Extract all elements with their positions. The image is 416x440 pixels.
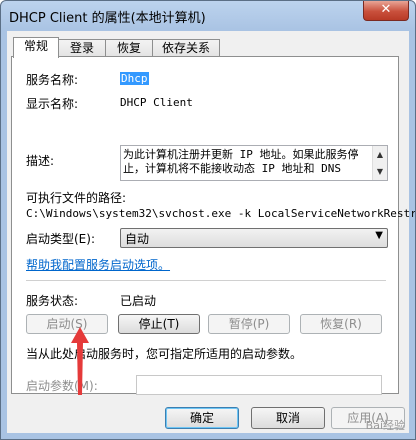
service-status-label: 服务状态: [26, 294, 79, 308]
tab-general[interactable]: 常规 [13, 37, 59, 58]
startup-type-value: 自动 [125, 232, 150, 246]
service-name-value[interactable]: Dhcp [120, 72, 149, 85]
stop-button[interactable]: 停止(T) [118, 314, 200, 334]
title-bar[interactable]: DHCP Client 的属性(本地计算机) ✕ [1, 1, 415, 31]
scroll-up-icon[interactable]: ▲ [373, 146, 387, 163]
dialog-client: 常规 登录 恢复 依存关系 服务名称: Dhcp 显示名称: DHCP Clie… [7, 31, 415, 433]
startup-type-label: 启动类型(E): [26, 232, 95, 246]
chevron-down-icon: ▼ [375, 230, 383, 241]
close-button[interactable]: ✕ [363, 1, 409, 21]
ok-button[interactable]: 确定 [165, 407, 239, 429]
tab-dependencies[interactable]: 依存关系 [152, 39, 220, 57]
service-name-label: 服务名称: [26, 73, 79, 87]
exe-path-value[interactable]: C:\Windows\system32\svchost.exe -k Local… [26, 207, 415, 220]
service-status-value: 已启动 [120, 294, 157, 308]
description-box[interactable]: 为此计算机注册并更新 IP 地址。如果此服务停止，计算机将不能接收动态 IP 地… [120, 145, 388, 181]
window-title: DHCP Client 的属性(本地计算机) [9, 11, 206, 26]
description-text: 为此计算机注册并更新 IP 地址。如果此服务停止，计算机将不能接收动态 IP 地… [123, 148, 359, 175]
resume-button[interactable]: 恢复(R) [300, 314, 382, 334]
cancel-button[interactable]: 取消 [251, 407, 325, 429]
start-button[interactable]: 启动(S) [26, 314, 108, 334]
divider [26, 280, 386, 281]
general-panel: 服务名称: Dhcp 显示名称: DHCP Client 描述: 为此计算机注册… [11, 56, 415, 395]
pause-button[interactable]: 暂停(P) [208, 314, 290, 334]
display-name-label: 显示名称: [26, 97, 79, 111]
start-params-input[interactable] [136, 375, 382, 395]
help-config-link[interactable]: 帮助我配置服务启动选项。 [26, 256, 170, 273]
tab-recovery[interactable]: 恢复 [105, 39, 153, 57]
properties-window: DHCP Client 的属性(本地计算机) ✕ 常规 登录 恢复 依存关系 服… [0, 0, 416, 440]
description-label: 描述: [26, 154, 55, 168]
scroll-down-icon[interactable]: ▼ [373, 163, 387, 180]
display-name-value[interactable]: DHCP Client [120, 96, 193, 109]
description-scrollbar[interactable]: ▲ ▼ [372, 146, 387, 180]
startup-type-select[interactable]: 自动 ▼ [120, 228, 388, 248]
annotation-arrow-icon [71, 327, 89, 395]
tab-logon[interactable]: 登录 [58, 39, 106, 57]
watermark: Bai经验 [365, 419, 405, 432]
exe-path-label: 可执行文件的路径: [26, 191, 127, 205]
